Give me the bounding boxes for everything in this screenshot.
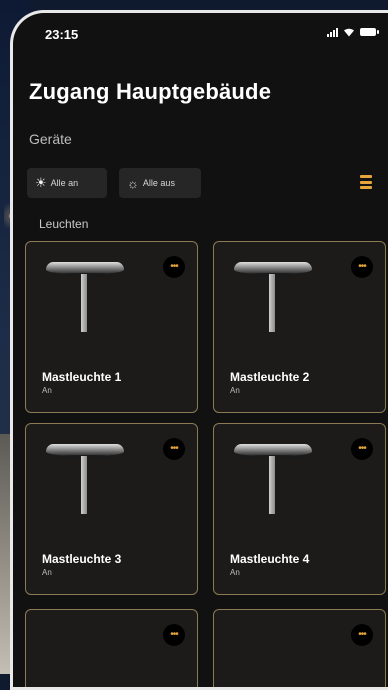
more-dots-icon[interactable]: ••• (163, 624, 185, 646)
all-on-label: Alle an (50, 178, 79, 188)
device-status: An (230, 386, 240, 395)
device-card-3[interactable]: ••• Mastleuchte 3 An (25, 423, 198, 595)
section-label: Geräte (29, 131, 72, 147)
more-dots-icon[interactable]: ••• (163, 438, 185, 460)
list-view-icon[interactable] (360, 175, 372, 189)
lamp-image (44, 444, 126, 514)
status-time: 23:15 (45, 27, 79, 42)
device-name: Mastleuchte 3 (42, 552, 122, 566)
wifi-icon (344, 28, 354, 37)
sun-outline-icon: ☼ (127, 175, 139, 191)
device-status: An (230, 568, 240, 577)
page-title: Zugang Hauptgebäude (29, 79, 272, 104)
more-dots-icon[interactable]: ••• (163, 256, 185, 278)
device-status: An (42, 386, 52, 395)
device-card-4[interactable]: ••• Mastleuchte 4 An (213, 423, 386, 595)
signal-icon (327, 27, 338, 37)
device-name: Mastleuchte 1 (42, 370, 122, 384)
phone-screen: 23:15 Zugang Hauptgebäude Geräte ☀ Alle … (10, 10, 388, 690)
group-label: Leuchten (39, 217, 89, 231)
device-card-1[interactable]: ••• Mastleuchte 1 An (25, 241, 198, 413)
sun-icon: ☀ (35, 175, 47, 190)
more-dots-icon[interactable]: ••• (351, 438, 373, 460)
device-card-6[interactable]: ••• (213, 609, 386, 687)
battery-icon (360, 28, 379, 36)
lamp-image (232, 262, 314, 332)
all-off-label: Alle aus (142, 178, 175, 188)
more-dots-icon[interactable]: ••• (351, 624, 373, 646)
all-off-button[interactable]: ☼ Alle aus (119, 168, 201, 198)
device-card-2[interactable]: ••• Mastleuchte 2 An (213, 241, 386, 413)
device-name: Mastleuchte 2 (230, 370, 310, 384)
device-status: An (42, 568, 52, 577)
lamp-image (232, 444, 314, 514)
more-dots-icon[interactable]: ••• (351, 256, 373, 278)
status-bar: 23:15 (13, 13, 388, 53)
all-on-button[interactable]: ☀ Alle an (27, 168, 107, 198)
lamp-image (44, 262, 126, 332)
status-icons (327, 27, 379, 37)
device-name: Mastleuchte 4 (230, 552, 310, 566)
device-card-5[interactable]: ••• (25, 609, 198, 687)
